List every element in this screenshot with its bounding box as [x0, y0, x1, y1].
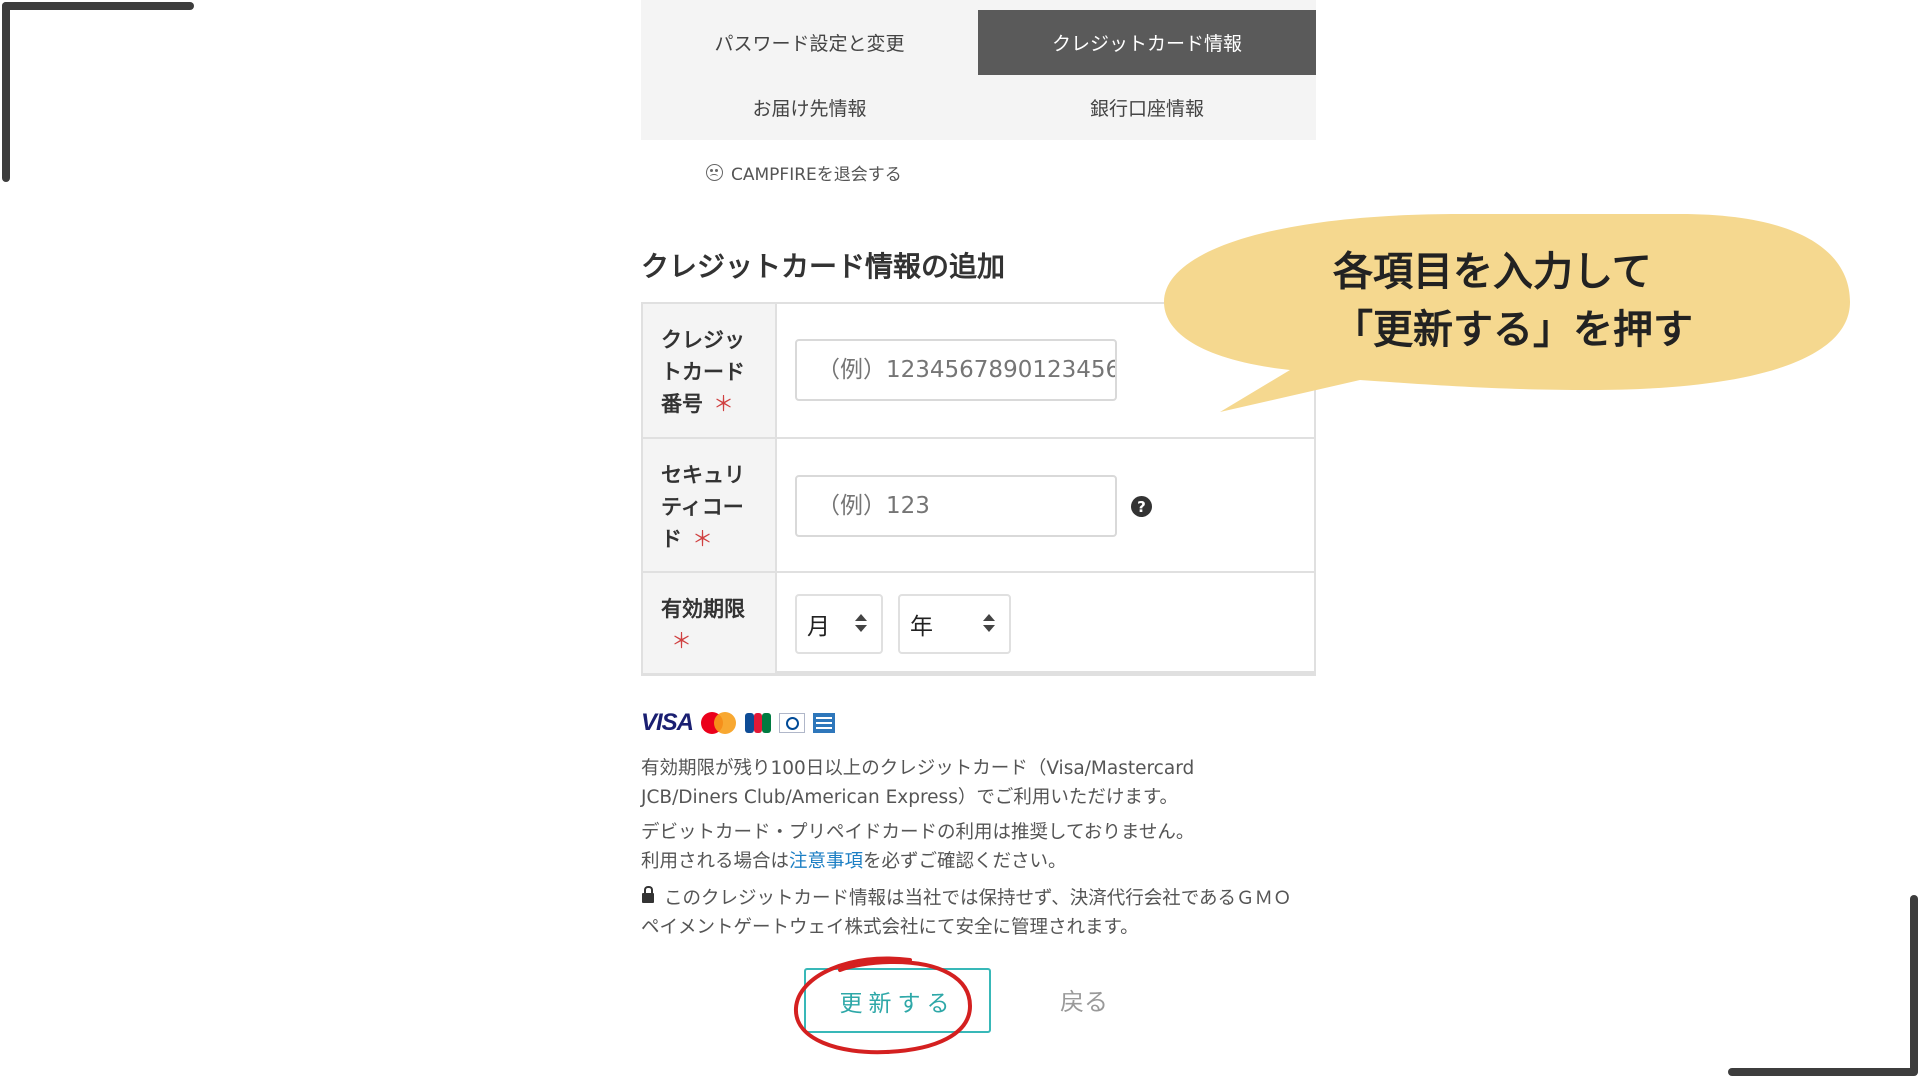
withdraw-link[interactable]: CAMPFIREを退会する [706, 160, 902, 185]
tab-bank-account[interactable]: 銀行口座情報 [978, 75, 1316, 140]
expiry-month-select[interactable]: 月 [795, 594, 883, 654]
mastercard-icon [701, 712, 737, 734]
corner-frame-top-left [2, 2, 10, 182]
required-mark: ＊ [692, 527, 713, 551]
corner-frame-bottom-right [1910, 895, 1918, 1075]
update-button[interactable]: 更新する [804, 968, 991, 1033]
expiry-year-select[interactable]: 年 [898, 594, 1011, 654]
callout-line2: 「更新する」を押す [1333, 307, 1693, 353]
expiry-month-value: 月 [807, 614, 830, 640]
expiry-label: 有効期限 ＊ [643, 573, 777, 673]
availability-note: 有効期限が残り100日以上のクレジットカード（Visa/Mastercard J… [641, 758, 1195, 808]
corner-frame-top-left [2, 2, 194, 10]
required-mark: ＊ [671, 629, 692, 653]
debit-note-line2-before: 利用される場合は [641, 851, 790, 872]
expiry-year-value: 年 [910, 614, 933, 640]
card-number-input[interactable] [795, 339, 1117, 401]
back-button[interactable]: 戻る [1060, 982, 1108, 1017]
callout-text: 各項目を入力して 「更新する」を押す [1333, 243, 1693, 359]
lock-icon [642, 886, 654, 903]
visa-logo: VISA [641, 709, 694, 736]
required-mark: ＊ [713, 392, 734, 416]
tab-credit-card[interactable]: クレジットカード情報 [978, 10, 1316, 75]
sort-arrows-icon [855, 614, 867, 634]
security-note-text: このクレジットカード情報は当社では保持せず、決済代行会社であるＧＭＯペイメントゲ… [641, 888, 1292, 938]
account-tabs: パスワード設定と変更 クレジットカード情報 お届け先情報 銀行口座情報 [641, 0, 1316, 140]
debit-note-line1: デビットカード・プリペイドカードの利用は推奨しておりません。 [641, 822, 1195, 843]
card-brand-logos: VISA [641, 709, 836, 737]
debit-card-note: デビットカード・プリペイドカードの利用は推奨しておりません。 利用される場合は注… [641, 818, 1261, 876]
expiry-row: 有効期限 ＊ 月 年 [643, 573, 1314, 673]
security-code-input[interactable] [795, 475, 1117, 537]
jcb-icon [745, 713, 772, 733]
tab-password-settings[interactable]: パスワード設定と変更 [641, 10, 978, 75]
diners-club-icon [779, 713, 806, 733]
expiry-label-text: 有効期限 [661, 597, 745, 621]
caution-link[interactable]: 注意事項 [789, 851, 863, 872]
debit-note-line2-after: を必ずご確認ください。 [863, 851, 1067, 872]
sad-face-icon [706, 164, 723, 181]
security-code-row: セキュリティコード＊ ? [643, 439, 1314, 573]
tab-delivery-address[interactable]: お届け先情報 [641, 75, 978, 140]
section-title: クレジットカード情報の追加 [641, 250, 1006, 283]
corner-frame-bottom-right [1728, 1068, 1918, 1076]
withdraw-link-label: CAMPFIREを退会する [731, 165, 902, 185]
sort-arrows-icon [983, 614, 995, 634]
security-note: このクレジットカード情報は当社では保持せず、決済代行会社であるＧＭＯペイメントゲ… [641, 884, 1301, 942]
callout-line1: 各項目を入力して [1333, 249, 1652, 295]
question-icon[interactable]: ? [1131, 496, 1152, 517]
security-code-label: セキュリティコード＊ [643, 439, 777, 571]
american-express-icon [813, 713, 836, 733]
card-number-label: クレジットカード番号＊ [643, 304, 777, 437]
